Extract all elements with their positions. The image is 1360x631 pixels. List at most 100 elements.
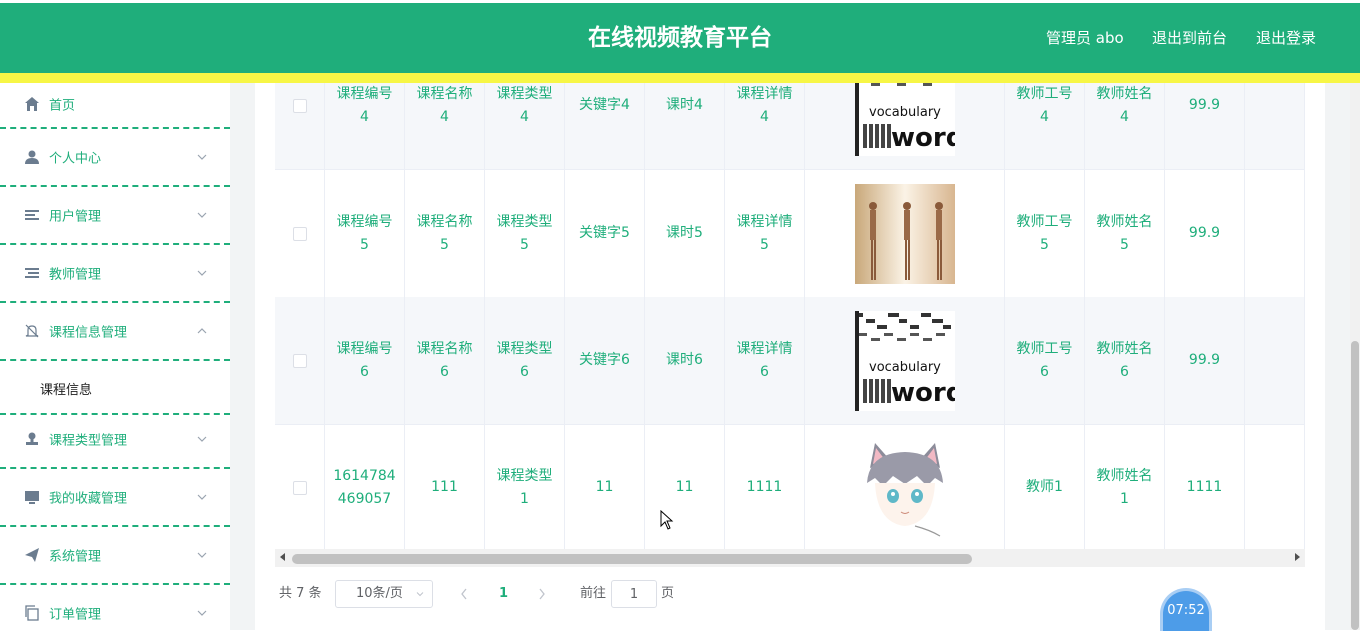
list-icon (25, 268, 39, 278)
cell-teacher-id: 教师工号 4 (1005, 83, 1085, 169)
next-page-button[interactable] (537, 580, 547, 608)
course-thumbnail-cat-boy (854, 437, 955, 538)
cell-keyword: 11 (565, 424, 645, 549)
cell-row-checkbox[interactable] (275, 170, 325, 297)
vertical-scrollbar[interactable] (1350, 83, 1360, 630)
page-size-select[interactable]: 10条/页 (335, 580, 433, 608)
cell-text: 11 (675, 479, 694, 495)
sidebar-item-course-type-management[interactable]: 课程类型管理 (0, 411, 230, 469)
logout-link[interactable]: 退出登录 (1256, 3, 1316, 73)
svg-text:words: words (891, 123, 955, 153)
cell-row-checkbox[interactable] (275, 424, 325, 549)
sidebar-item-label: 课程信息管理 (49, 325, 128, 341)
cell-course-image: vocabulary words (805, 83, 1005, 169)
cell-course-type: 课程类型 1 (485, 424, 565, 549)
cell-text: 教师工号 4 (1016, 85, 1073, 125)
horizontal-scrollbar[interactable] (275, 549, 1305, 567)
row-checkbox[interactable] (292, 480, 307, 495)
cell-course-type: 课程类型 6 (485, 297, 565, 424)
admin-user-link[interactable]: 管理员 abo (1046, 3, 1124, 73)
cell-row-checkbox[interactable] (275, 297, 325, 424)
sidebar-subitem-course-info[interactable]: 课程信息 (0, 361, 230, 415)
sidebar-item-user-management[interactable]: 用户管理 (0, 187, 230, 245)
cell-teacher-name: 教师姓名 5 (1085, 170, 1165, 297)
svg-text:vocabulary: vocabulary (869, 105, 941, 120)
cell-course-code: 课程编号 5 (325, 170, 405, 297)
chevron-down-icon (197, 212, 207, 218)
cell-teacher-name: 教师姓名 4 (1085, 83, 1165, 169)
page-number-current[interactable]: 1 (499, 580, 508, 608)
row-checkbox[interactable] (292, 226, 307, 241)
cell-text: 教师姓名 6 (1096, 340, 1153, 380)
chevron-down-icon (197, 494, 207, 500)
chevron-right-icon (539, 588, 545, 600)
cell-course-image (805, 170, 1005, 297)
header-bar: 在线视频教育平台 管理员 abo 退出到前台 退出登录 (0, 3, 1360, 73)
course-thumbnail-words: vocabulary words (854, 83, 955, 156)
chevron-down-icon (197, 270, 207, 276)
chevron-down-icon (197, 610, 207, 616)
cell-price: 99.9 (1165, 170, 1245, 297)
cell-text: 教师工号 5 (1016, 213, 1073, 253)
scroll-left-icon[interactable] (280, 553, 285, 561)
cell-course-image: vocabulary words (805, 297, 1005, 424)
sidebar-item-teacher-management[interactable]: 教师管理 (0, 245, 230, 303)
cell-text: 1111 (1186, 479, 1223, 495)
table-row[interactable]: 课程编号 6 课程名称 6 课程类型 6 关键字6 课时6 课程详情 6 vocabular… (275, 297, 1305, 425)
cell-course-type: 课程类型 5 (485, 170, 565, 297)
cell-text: 课程类型 4 (496, 85, 553, 125)
cell-extra (1245, 170, 1305, 297)
sidebar-item-personal-center[interactable]: 个人中心 (0, 129, 230, 187)
copy-icon (25, 605, 39, 621)
cell-text: 教师姓名 4 (1096, 85, 1153, 125)
content-gutter-right (1325, 83, 1350, 630)
cell-price: 99.9 (1165, 297, 1245, 424)
cell-course-type: 课程类型 4 (485, 83, 565, 169)
cell-text: 课程类型 5 (496, 213, 553, 253)
cell-course-code: 课程编号 4 (325, 83, 405, 169)
horizontal-scrollbar-thumb[interactable] (292, 554, 972, 564)
sidebar-item-label: 课程信息 (40, 383, 93, 398)
cell-text: 课程名称 4 (416, 85, 473, 125)
cell-text: 99.9 (1188, 97, 1221, 113)
list-icon (25, 210, 39, 220)
chevron-left-icon (461, 588, 467, 600)
cell-course-detail: 课程详情 5 (725, 170, 805, 297)
sidebar-item-system-management[interactable]: 系统管理 (0, 527, 230, 585)
cell-text: 课程编号 5 (336, 213, 393, 253)
exit-to-front-link[interactable]: 退出到前台 (1152, 3, 1227, 73)
prev-page-button[interactable] (459, 580, 469, 608)
chevron-down-icon (197, 552, 207, 558)
cell-course-code: 1614784 469057 (325, 424, 405, 549)
row-checkbox[interactable] (292, 98, 307, 113)
vertical-scrollbar-thumb[interactable] (1351, 341, 1359, 630)
cell-text: 课时5 (666, 225, 703, 241)
sidebar-item-home[interactable]: 首页 (0, 83, 230, 129)
sidebar-item-label: 首页 (49, 98, 76, 114)
cell-text: 课时6 (666, 352, 703, 368)
goto-page-input[interactable] (611, 580, 657, 608)
monitor-icon (25, 491, 39, 504)
cell-text: 课程编号 4 (336, 85, 393, 125)
timer-badge[interactable]: 07:52 (1163, 591, 1209, 631)
chevron-down-icon (416, 592, 424, 597)
cell-keyword: 关键字4 (565, 83, 645, 169)
cell-course-name: 课程名称 6 (405, 297, 485, 424)
sidebar-item-favorites-management[interactable]: 我的收藏管理 (0, 469, 230, 527)
cell-extra (1245, 83, 1305, 169)
table-row[interactable]: 课程编号 4 课程名称 4 课程类型 4 关键字4 课时4 课程详情 4 vocabular… (275, 83, 1305, 170)
cell-text: 课程类型 1 (496, 467, 553, 507)
row-checkbox[interactable] (292, 353, 307, 368)
sidebar-item-course-info-management[interactable]: 课程信息管理 (0, 303, 230, 361)
cell-text: 关键字4 (579, 97, 630, 113)
sidebar-item-label: 课程类型管理 (49, 433, 128, 449)
scroll-right-icon[interactable] (1295, 553, 1300, 561)
cell-text: 11 (595, 479, 614, 495)
cell-price: 99.9 (1165, 83, 1245, 169)
table-row[interactable]: 课程编号 5 课程名称 5 课程类型 5 关键字5 课时5 课程详情 5 教师工号 5 教师姓… (275, 170, 1305, 298)
cell-teacher-name: 教师姓名 6 (1085, 297, 1165, 424)
course-thumbnail-words: vocabulary words (854, 310, 955, 411)
sidebar-item-order-management[interactable]: 订单管理 (0, 585, 230, 630)
table-row[interactable]: 1614784 469057 111 课程类型 1 11 11 1111 教师1 教师姓名 1… (275, 424, 1305, 549)
cell-row-checkbox[interactable] (275, 83, 325, 169)
